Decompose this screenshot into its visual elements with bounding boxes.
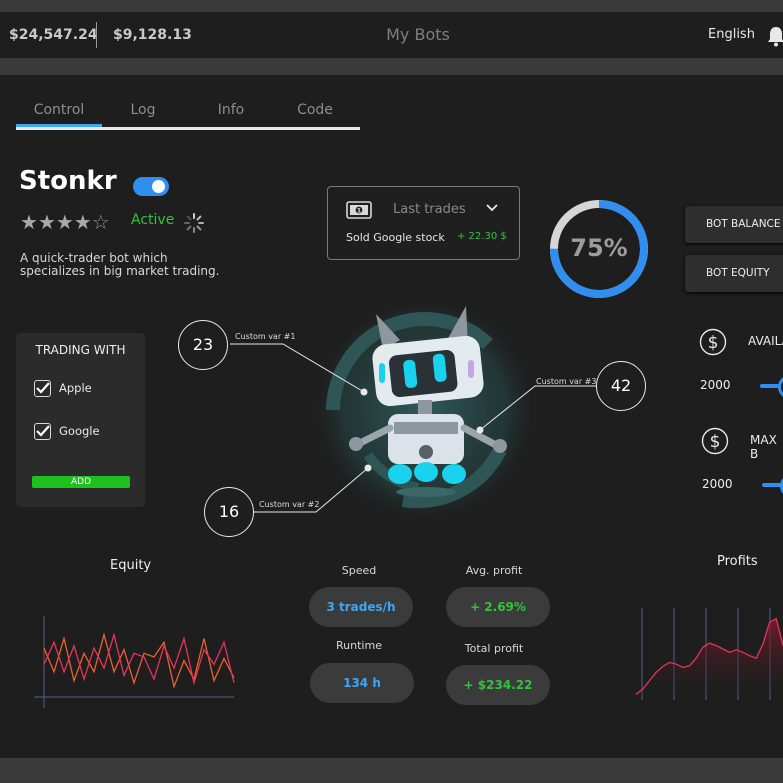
bot-enabled-toggle[interactable] <box>133 177 169 196</box>
total-profit-value: + $234.22 <box>446 665 550 705</box>
language-selector[interactable]: English <box>708 12 755 58</box>
top-strip <box>0 0 783 12</box>
bell-icon[interactable] <box>766 25 783 47</box>
avg-profit-label: Avg. profit <box>465 564 523 577</box>
bot-equity-button[interactable]: BOT EQUITY <box>685 255 783 292</box>
custom-var-2-value: 16 <box>204 487 254 537</box>
trade-entry-amount: + 22.30 $ <box>457 231 507 242</box>
dollar-icon: $ <box>701 427 729 455</box>
star-empty-icon: ☆ <box>91 210 110 234</box>
equity-title: Equity <box>110 558 152 573</box>
tab-log[interactable]: Log <box>112 98 174 127</box>
available-label: AVAILA <box>748 334 783 348</box>
runtime-value: 134 h <box>310 663 414 703</box>
trading-with-panel: TRADING WITH Apple Google ADD <box>16 333 145 507</box>
profits-area <box>636 618 783 696</box>
apple-label: Apple <box>59 381 92 395</box>
star-filled-icon: ★ <box>37 210 56 234</box>
avg-profit-value: + 2.69% <box>446 587 550 627</box>
star-filled-icon: ★ <box>55 210 74 234</box>
checkmark-icon <box>36 425 50 437</box>
max-balance-label: MAX B <box>750 433 777 461</box>
banknote-icon: 1 <box>346 201 372 219</box>
tab-info[interactable]: Info <box>200 98 262 127</box>
google-label: Google <box>59 424 100 438</box>
svg-text:$: $ <box>708 333 719 353</box>
profits-title: Profits <box>717 554 758 569</box>
trade-entry-text: Sold Google stock <box>346 231 445 244</box>
last-trades-title: Last trades <box>393 202 466 217</box>
available-slider[interactable] <box>760 375 783 399</box>
page-title: My Bots <box>386 25 450 44</box>
bottom-strip <box>0 758 783 783</box>
speed-label: Speed <box>341 564 377 577</box>
bot-description: A quick-trader bot which specializes in … <box>20 251 220 278</box>
add-button[interactable]: ADD <box>32 476 130 488</box>
loading-spinner-icon <box>184 213 204 233</box>
last-trades-dropdown[interactable]: 1 Last trades Sold Google stock + 22.30 … <box>327 186 520 260</box>
tab-bar: Control Log Info Code <box>16 98 360 130</box>
active-tab-indicator <box>16 124 102 127</box>
trading-with-title: TRADING WITH <box>35 343 126 357</box>
profits-chart <box>635 608 783 700</box>
total-profit-label: Total profit <box>464 642 524 655</box>
bot-balance-button[interactable]: BOT BALANCE <box>685 206 783 243</box>
available-value: 2000 <box>700 378 731 392</box>
custom-var-1-value: 23 <box>178 320 228 370</box>
slider-thumb[interactable] <box>778 375 783 399</box>
google-checkbox[interactable] <box>34 423 51 440</box>
star-filled-icon: ★ <box>20 210 38 234</box>
toggle-knob <box>152 180 165 193</box>
tab-control[interactable]: Control <box>16 98 102 127</box>
custom-var-2-label: Custom var #2 <box>259 500 320 509</box>
header-separator <box>0 58 783 75</box>
apple-checkbox[interactable] <box>34 380 51 397</box>
app-header: $24,547.24 $9,128.13 My Bots English <box>0 12 783 58</box>
svg-text:1: 1 <box>357 207 362 215</box>
max-balance-value: 2000 <box>702 477 733 491</box>
dollar-icon: $ <box>699 328 727 356</box>
custom-var-1-label: Custom var #1 <box>235 332 296 341</box>
bot-name: Stonkr <box>19 166 117 196</box>
runtime-label: Runtime <box>336 639 382 652</box>
chevron-down-icon[interactable] <box>486 204 498 212</box>
custom-var-3-label: Custom var #3 <box>536 377 597 386</box>
star-filled-icon: ★ <box>73 210 92 234</box>
svg-text:$: $ <box>710 432 721 452</box>
checkmark-icon <box>36 382 50 394</box>
gauge-label: 75% <box>570 234 628 262</box>
speed-value: 3 trades/h <box>309 587 413 627</box>
tab-code[interactable]: Code <box>284 98 346 127</box>
equity-series-1 <box>43 632 235 689</box>
max-balance-slider[interactable] <box>762 474 783 498</box>
equity-chart <box>34 616 235 708</box>
bot-status: Active <box>131 212 175 228</box>
rating-stars: ★★★★☆ <box>20 210 110 234</box>
custom-var-3-value: 42 <box>596 361 646 411</box>
